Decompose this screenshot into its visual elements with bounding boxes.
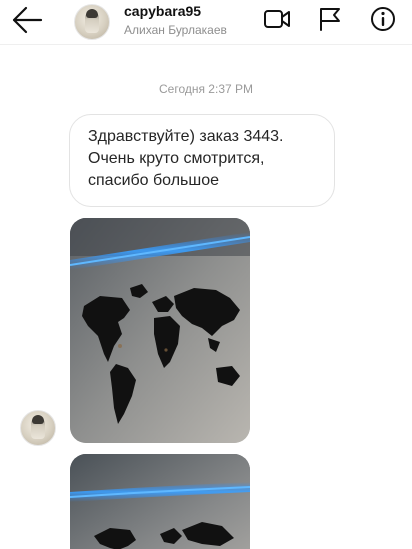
photo-message[interactable] <box>70 454 250 549</box>
message-line: Очень круто смотрится, <box>88 150 265 167</box>
message-line: спасибо большое <box>88 172 220 189</box>
avatar[interactable] <box>74 4 110 40</box>
direct-message-thread: capybara95 Алихан Бурлакаев Сегодня 2:37… <box>0 0 412 549</box>
flag-icon[interactable] <box>316 6 344 32</box>
photo-message[interactable] <box>70 218 250 443</box>
message-timestamp: Сегодня 2:37 PM <box>158 82 253 96</box>
username[interactable]: capybara95 <box>124 3 201 19</box>
thread-header: capybara95 Алихан Бурлакаев <box>0 0 412 45</box>
message-line: Здравствуйте) заказ 3443. <box>88 128 284 145</box>
full-name: Алихан Бурлакаев <box>124 23 227 37</box>
world-map-photo <box>70 454 250 549</box>
sender-avatar[interactable] <box>20 410 56 446</box>
video-call-icon[interactable] <box>263 6 291 32</box>
message-bubble[interactable]: Здравствуйте) заказ 3443. Очень круто см… <box>69 114 335 207</box>
back-arrow-icon[interactable] <box>10 5 44 35</box>
info-icon[interactable] <box>369 6 397 32</box>
world-map-photo <box>70 218 250 443</box>
